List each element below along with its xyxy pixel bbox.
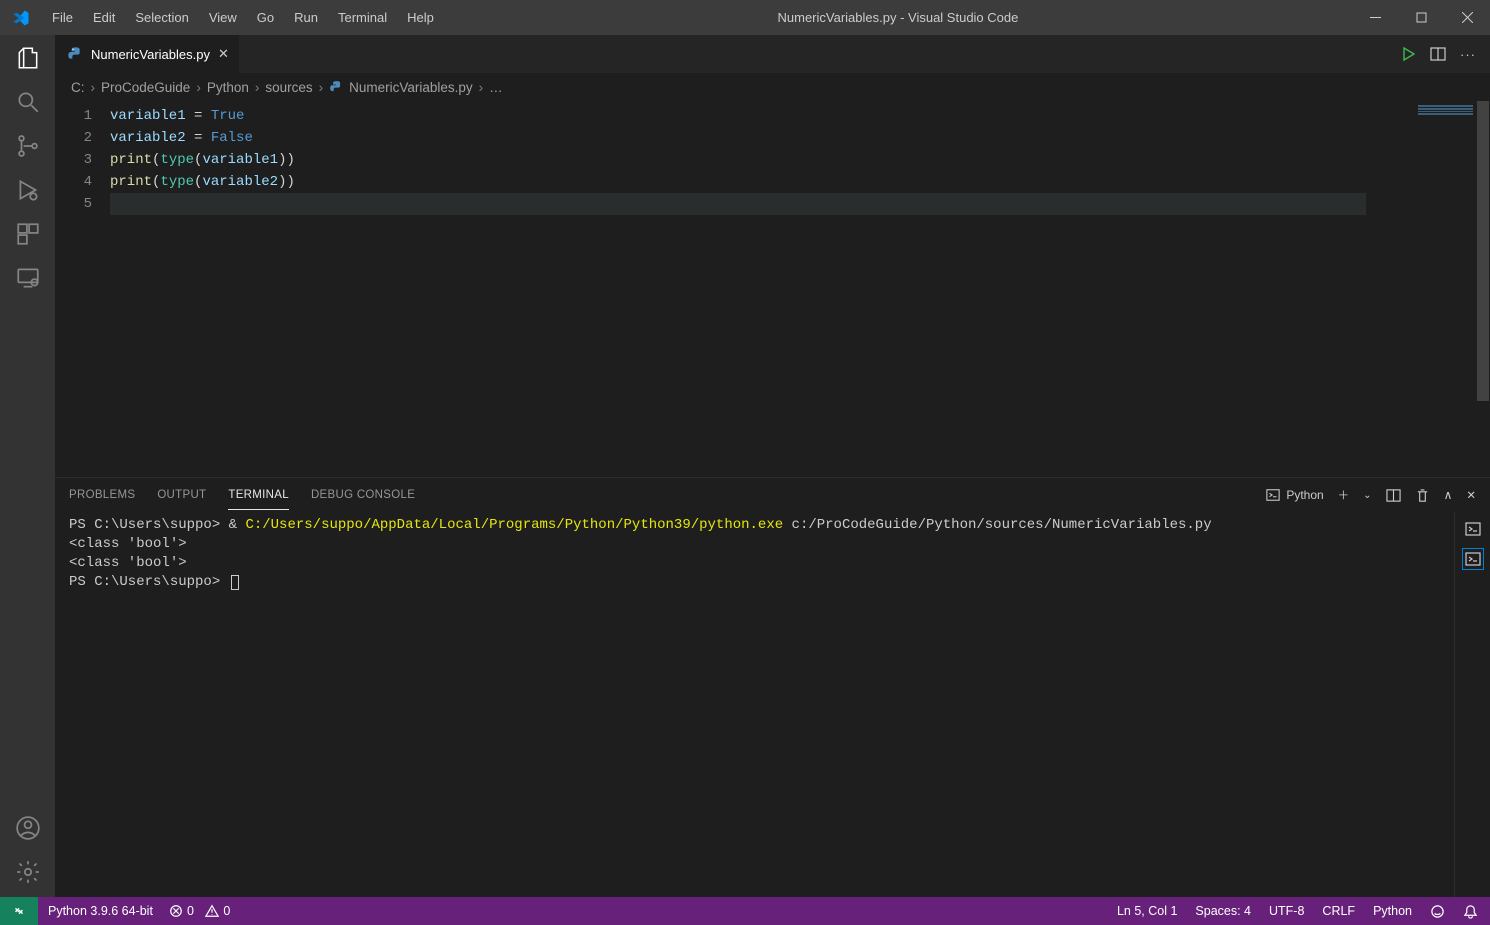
settings-gear-icon[interactable] <box>13 857 43 887</box>
editor-scrollbar[interactable] <box>1476 101 1490 477</box>
vscode-logo-icon <box>12 9 30 27</box>
minimap[interactable] <box>1366 101 1476 477</box>
menu-view[interactable]: View <box>199 0 247 35</box>
status-notifications-icon[interactable] <box>1463 904 1478 919</box>
tab-label: NumericVariables.py <box>91 47 210 62</box>
code-content[interactable]: variable1 = Truevariable2 = Falseprint(t… <box>110 101 1366 477</box>
status-feedback-icon[interactable] <box>1430 904 1445 919</box>
line-number-gutter: 12345 <box>55 101 110 477</box>
search-icon[interactable] <box>13 87 43 117</box>
panel-tab-terminal[interactable]: TERMINAL <box>228 481 289 510</box>
explorer-icon[interactable] <box>13 43 43 73</box>
editor[interactable]: 12345 variable1 = Truevariable2 = Falsep… <box>55 101 1490 477</box>
maximize-button[interactable] <box>1398 0 1444 35</box>
terminal-profile-selector[interactable]: Python <box>1266 488 1323 502</box>
kill-terminal-icon[interactable] <box>1415 488 1430 503</box>
extensions-icon[interactable] <box>13 219 43 249</box>
terminal-instance-icon[interactable] <box>1462 518 1484 540</box>
panel-tab-problems[interactable]: PROBLEMS <box>69 481 135 509</box>
status-language-mode[interactable]: Python <box>1373 904 1412 918</box>
new-terminal-button[interactable]: ＋ <box>1338 487 1350 503</box>
chevron-right-icon: › <box>91 80 96 95</box>
status-encoding[interactable]: UTF-8 <box>1269 904 1304 918</box>
tab-bar: NumericVariables.py ✕ ··· <box>55 35 1490 73</box>
breadcrumb-folder-1[interactable]: ProCodeGuide <box>101 80 190 95</box>
minimize-button[interactable] <box>1352 0 1398 35</box>
remote-indicator[interactable] <box>0 897 38 925</box>
status-indentation[interactable]: Spaces: 4 <box>1195 904 1251 918</box>
terminal[interactable]: PS C:\Users\suppo> & C:/Users/suppo/AppD… <box>55 512 1454 897</box>
terminal-cursor <box>231 575 239 590</box>
chevron-right-icon: › <box>479 80 484 95</box>
terminal-side-gutter <box>1454 512 1490 897</box>
menu-selection[interactable]: Selection <box>125 0 198 35</box>
accounts-icon[interactable] <box>13 813 43 843</box>
run-debug-icon[interactable] <box>13 175 43 205</box>
panel-tab-output[interactable]: OUTPUT <box>157 481 206 509</box>
status-bar: Python 3.9.6 64-bit 0 0 Ln 5, Col 1 Spac… <box>0 897 1490 925</box>
breadcrumb-folder-3[interactable]: sources <box>265 80 312 95</box>
menu-help[interactable]: Help <box>397 0 444 35</box>
status-problems[interactable]: 0 0 <box>169 904 230 918</box>
breadcrumb-drive[interactable]: C: <box>71 80 85 95</box>
terminal-output-line: <class 'bool'> <box>69 535 1440 554</box>
status-cursor-position[interactable]: Ln 5, Col 1 <box>1117 904 1177 918</box>
python-file-icon <box>329 80 343 94</box>
breadcrumb-file[interactable]: NumericVariables.py <box>329 80 473 95</box>
titlebar: File Edit Selection View Go Run Terminal… <box>0 0 1490 35</box>
menu-terminal[interactable]: Terminal <box>328 0 397 35</box>
remote-explorer-icon[interactable] <box>13 263 43 293</box>
breadcrumb-folder-2[interactable]: Python <box>207 80 249 95</box>
breadcrumbs: C: › ProCodeGuide › Python › sources › N… <box>55 73 1490 101</box>
menu-go[interactable]: Go <box>247 0 284 35</box>
panel: PROBLEMS OUTPUT TERMINAL DEBUG CONSOLE P… <box>55 477 1490 897</box>
split-terminal-icon[interactable] <box>1386 488 1401 503</box>
activity-bar <box>0 35 55 897</box>
source-control-icon[interactable] <box>13 131 43 161</box>
tab-numericvariables[interactable]: NumericVariables.py ✕ <box>55 35 240 73</box>
terminal-dropdown-icon[interactable]: ⌄ <box>1363 490 1371 501</box>
chevron-right-icon: › <box>196 80 201 95</box>
chevron-right-icon: › <box>255 80 260 95</box>
menu-bar: File Edit Selection View Go Run Terminal… <box>42 0 444 35</box>
status-python-version[interactable]: Python 3.9.6 64-bit <box>48 904 153 918</box>
terminal-output-line: <class 'bool'> <box>69 554 1440 573</box>
panel-tabs: PROBLEMS OUTPUT TERMINAL DEBUG CONSOLE P… <box>55 478 1490 512</box>
window-controls <box>1352 0 1490 35</box>
status-eol[interactable]: CRLF <box>1322 904 1355 918</box>
python-file-icon <box>67 46 83 62</box>
chevron-right-icon: › <box>319 80 324 95</box>
menu-edit[interactable]: Edit <box>83 0 125 35</box>
menu-run[interactable]: Run <box>284 0 328 35</box>
breadcrumb-more[interactable]: … <box>489 80 503 95</box>
panel-tab-debug[interactable]: DEBUG CONSOLE <box>311 481 415 509</box>
more-actions-icon[interactable]: ··· <box>1460 47 1476 62</box>
menu-file[interactable]: File <box>42 0 83 35</box>
maximize-panel-icon[interactable]: ∧ <box>1444 488 1453 502</box>
window-title: NumericVariables.py - Visual Studio Code <box>444 10 1352 25</box>
run-file-button[interactable] <box>1400 46 1416 62</box>
close-button[interactable] <box>1444 0 1490 35</box>
split-editor-icon[interactable] <box>1430 46 1446 62</box>
close-panel-icon[interactable]: ✕ <box>1466 488 1476 502</box>
tab-close-icon[interactable]: ✕ <box>218 46 229 62</box>
terminal-instance-icon[interactable] <box>1462 548 1484 570</box>
